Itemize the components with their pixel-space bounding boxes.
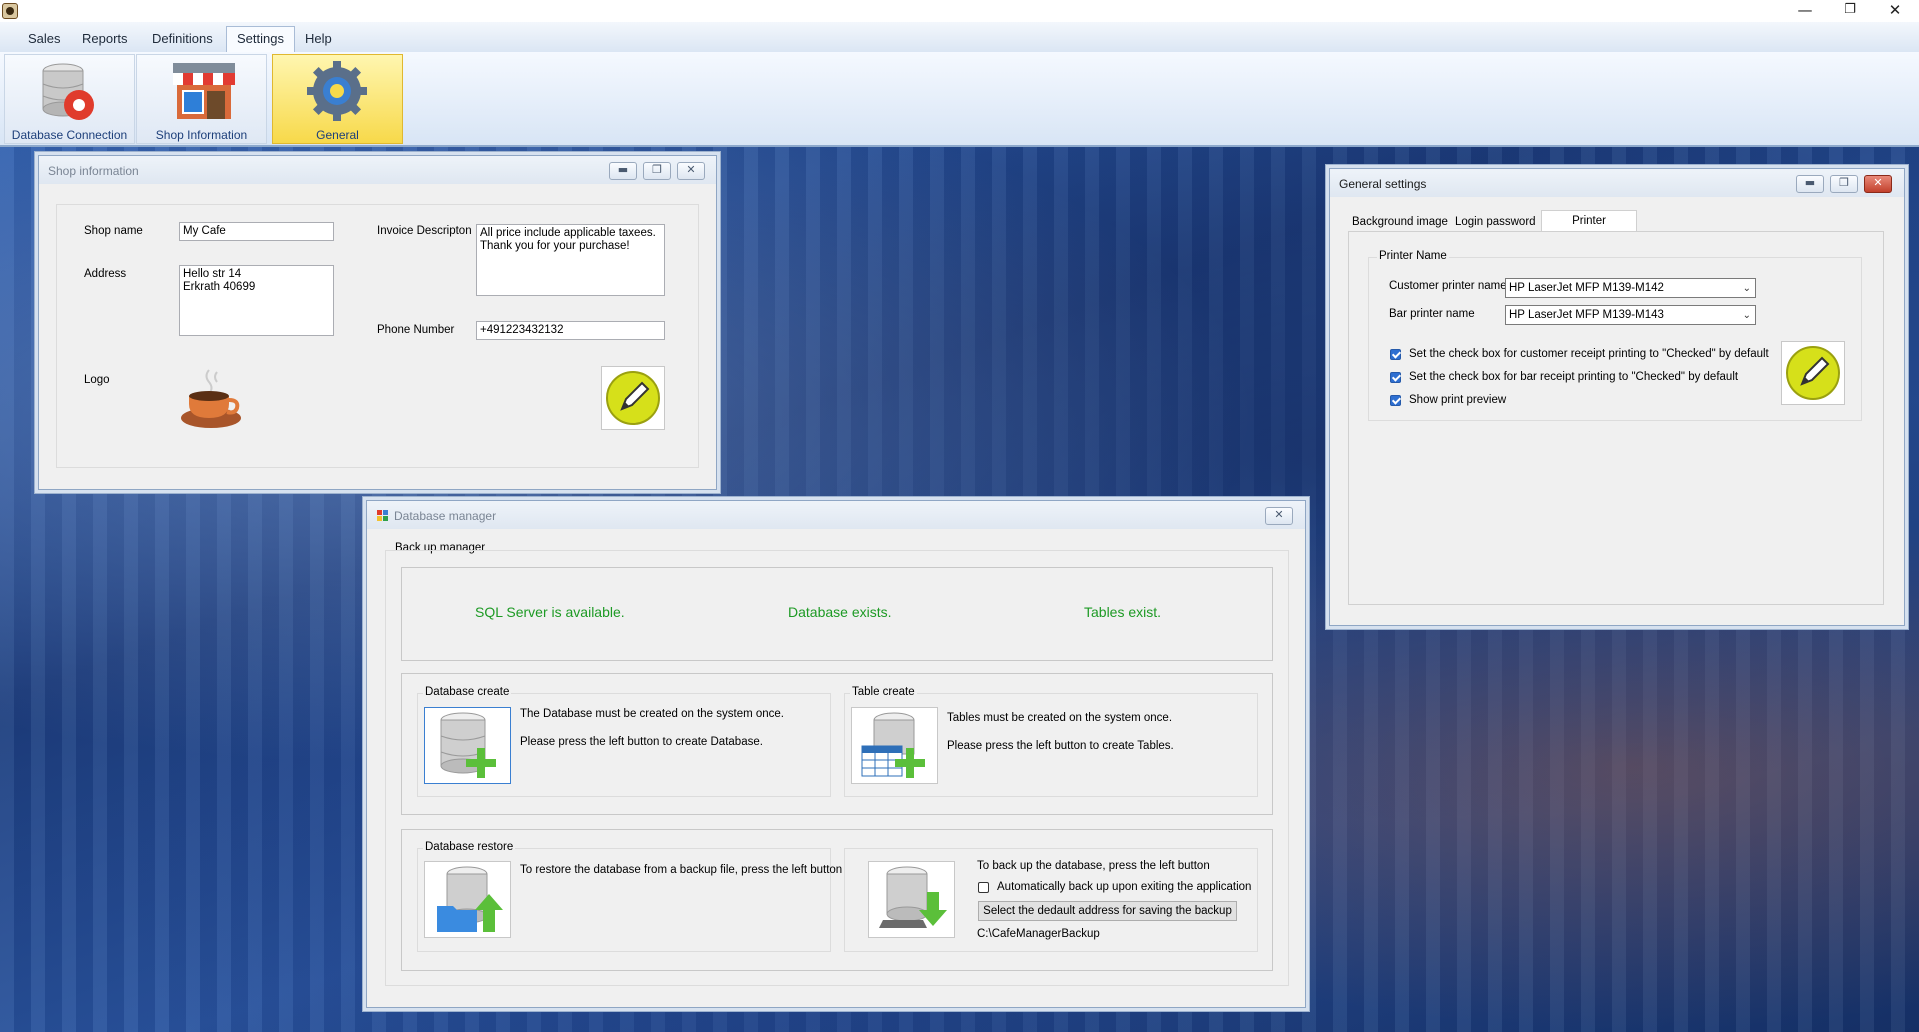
close-icon[interactable]: ✕ bbox=[1872, 0, 1918, 22]
chevron-down-icon: ⌄ bbox=[1742, 283, 1751, 294]
database-restore-title: Database restore bbox=[423, 841, 516, 853]
customer-receipt-check-label: Set the check box for customer receipt p… bbox=[1409, 348, 1769, 360]
database-add-icon bbox=[440, 712, 496, 778]
pencil-icon bbox=[606, 371, 660, 425]
close-icon[interactable]: ✕ bbox=[1265, 507, 1293, 525]
general-button[interactable]: General bbox=[272, 54, 403, 144]
minimize-icon[interactable]: ▬ bbox=[609, 162, 637, 180]
tables-status: Tables exist. bbox=[1084, 604, 1162, 620]
auto-backup-checkbox[interactable] bbox=[978, 882, 989, 893]
db-window-title: Database manager bbox=[394, 509, 497, 523]
restore-text: To restore the database from a backup fi… bbox=[520, 864, 843, 876]
app-icon bbox=[2, 3, 18, 19]
backup-path: C:\CafeManagerBackup bbox=[977, 928, 1100, 940]
bar-printer-value: HP LaserJet MFP M139-M143 bbox=[1509, 309, 1664, 321]
phone-number-field[interactable]: +491223432132 bbox=[476, 321, 665, 340]
menu-bar: Sales Reports Definitions Settings Help bbox=[0, 22, 1919, 53]
database-backup-icon bbox=[879, 866, 947, 928]
shop-information-label: Shop Information bbox=[155, 128, 248, 142]
table-create-text-1: Tables must be created on the system onc… bbox=[947, 712, 1173, 724]
bar-printer-select[interactable]: HP LaserJet MFP M139-M143 ⌄ bbox=[1505, 305, 1756, 325]
customer-printer-label: Customer printer name bbox=[1389, 280, 1507, 292]
coffee-cup-logo[interactable] bbox=[179, 366, 245, 432]
sql-server-status: SQL Server is available. bbox=[475, 604, 625, 620]
menu-help[interactable]: Help bbox=[295, 28, 342, 50]
menu-settings[interactable]: Settings bbox=[226, 26, 295, 53]
minimize-icon[interactable]: — bbox=[1782, 0, 1828, 22]
select-backup-address-button[interactable]: Select the dedault address for saving th… bbox=[978, 901, 1237, 921]
ribbon: Database Connection Shop Information Gen… bbox=[0, 52, 1919, 147]
tab-login-password[interactable]: Login password bbox=[1451, 212, 1540, 232]
maximize-icon[interactable]: ❐ bbox=[1830, 175, 1858, 193]
save-shop-info-button[interactable] bbox=[601, 366, 665, 430]
shop-name-field[interactable]: My Cafe bbox=[179, 222, 334, 241]
customer-printer-select[interactable]: HP LaserJet MFP M139-M142 ⌄ bbox=[1505, 278, 1756, 298]
maximize-icon[interactable]: ❐ bbox=[643, 162, 671, 180]
menu-sales[interactable]: Sales bbox=[18, 28, 71, 50]
bar-printer-label: Bar printer name bbox=[1389, 308, 1475, 320]
invoice-description-label: Invoice Descripton bbox=[377, 225, 472, 237]
shop-information-button[interactable]: Shop Information bbox=[136, 54, 267, 144]
database-connection-label: Database Connection bbox=[11, 128, 128, 142]
invoice-description-field[interactable]: All price include applicable taxees. Tha… bbox=[476, 224, 665, 296]
database-create-text-1: The Database must be created on the syst… bbox=[520, 708, 785, 720]
shop-icon bbox=[173, 63, 235, 119]
print-preview-checkbox[interactable] bbox=[1390, 395, 1401, 406]
db-window-title-bar: Database manager ✕ bbox=[367, 501, 1305, 529]
database-create-text-2: Please press the left button to create D… bbox=[520, 736, 763, 748]
address-field[interactable]: Hello str 14 Erkrath 40699 bbox=[179, 265, 334, 336]
database-gear-icon bbox=[42, 63, 94, 120]
bar-receipt-checkbox[interactable] bbox=[1390, 372, 1401, 383]
save-printer-settings-button[interactable] bbox=[1781, 341, 1845, 405]
general-settings-window: General settings ▬ ❐ ✕ Background image … bbox=[1329, 168, 1905, 626]
pencil-icon bbox=[1786, 346, 1840, 400]
shop-information-window: Shop information ▬ ❐ ✕ Shop name My Cafe… bbox=[38, 155, 717, 490]
chevron-down-icon: ⌄ bbox=[1742, 310, 1751, 321]
customer-printer-value: HP LaserJet MFP M139-M142 bbox=[1509, 282, 1664, 294]
printer-name-title: Printer Name bbox=[1377, 250, 1449, 262]
restore-database-button[interactable] bbox=[424, 861, 511, 938]
shop-name-label: Shop name bbox=[84, 225, 143, 237]
app-title-bar: — ❐ ✕ bbox=[0, 0, 1919, 22]
close-icon[interactable]: ✕ bbox=[677, 162, 705, 180]
database-create-title: Database create bbox=[423, 686, 512, 698]
table-add-icon bbox=[861, 712, 925, 778]
backup-text: To back up the database, press the left … bbox=[977, 860, 1210, 872]
database-status: Database exists. bbox=[788, 604, 892, 620]
close-icon[interactable]: ✕ bbox=[1864, 175, 1892, 193]
database-manager-window: Database manager ✕ Back up manager SQL S… bbox=[366, 500, 1306, 1008]
shop-window-title: Shop information bbox=[48, 164, 139, 178]
general-label: General bbox=[316, 128, 359, 142]
logo-label: Logo bbox=[84, 374, 110, 386]
customer-receipt-checkbox[interactable] bbox=[1390, 349, 1401, 360]
address-label: Address bbox=[84, 268, 127, 280]
restore-icon[interactable]: ❐ bbox=[1827, 0, 1873, 22]
print-preview-check-label: Show print preview bbox=[1409, 394, 1507, 406]
table-create-text-2: Please press the left button to create T… bbox=[947, 740, 1174, 752]
database-restore-icon bbox=[437, 866, 503, 932]
settings-window-title: General settings bbox=[1339, 177, 1427, 191]
menu-reports[interactable]: Reports bbox=[72, 28, 138, 50]
minimize-icon[interactable]: ▬ bbox=[1796, 175, 1824, 193]
backup-database-button[interactable] bbox=[868, 861, 955, 938]
gear-icon bbox=[307, 61, 367, 121]
create-tables-button[interactable] bbox=[851, 707, 938, 784]
phone-number-label: Phone Number bbox=[377, 324, 455, 336]
tab-background-image[interactable]: Background image bbox=[1348, 212, 1452, 232]
auto-backup-label: Automatically back up upon exiting the a… bbox=[997, 881, 1252, 893]
database-connection-button[interactable]: Database Connection bbox=[4, 54, 135, 144]
database-manager-icon bbox=[377, 510, 388, 521]
create-database-button[interactable] bbox=[424, 707, 511, 784]
tab-printer[interactable]: Printer bbox=[1541, 210, 1637, 231]
menu-definitions[interactable]: Definitions bbox=[142, 28, 223, 50]
bar-receipt-check-label: Set the check box for bar receipt printi… bbox=[1409, 371, 1739, 383]
settings-window-title-bar: General settings ▬ ❐ ✕ bbox=[1330, 169, 1904, 197]
shop-window-title-bar: Shop information ▬ ❐ ✕ bbox=[39, 156, 716, 184]
table-create-title: Table create bbox=[850, 686, 917, 698]
